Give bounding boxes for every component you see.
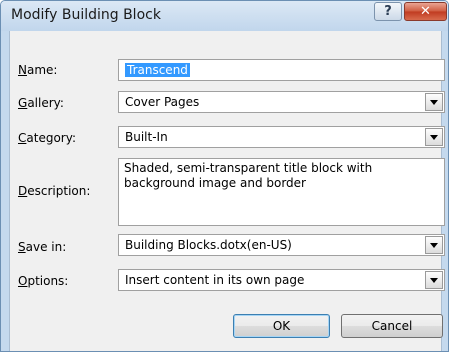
gallery-select-value: Cover Pages <box>125 95 200 109</box>
name-input-value: Transcend <box>125 63 190 77</box>
help-button[interactable]: ? <box>374 2 402 21</box>
dialog-window: Modify Building Block ? ✕ Name: Transcen… <box>0 0 449 352</box>
options-select-value: Insert content in its own page <box>125 273 305 287</box>
dialog-title: Modify Building Block <box>11 7 161 23</box>
gallery-select[interactable]: Cover Pages <box>118 91 445 113</box>
ok-button[interactable]: OK <box>233 314 330 338</box>
options-select[interactable]: Insert content in its own page <box>118 269 445 291</box>
close-button[interactable]: ✕ <box>404 2 447 21</box>
gallery-label: Gallery: <box>18 96 64 110</box>
save-in-select-value: Building Blocks.dotx(en-US) <box>125 238 292 252</box>
save-in-label: Save in: <box>18 240 67 254</box>
name-input[interactable]: Transcend <box>118 59 445 81</box>
chevron-down-icon[interactable] <box>425 271 443 289</box>
help-icon: ? <box>384 4 392 19</box>
close-icon: ✕ <box>420 4 431 19</box>
category-label: Category: <box>18 131 76 145</box>
chevron-down-icon[interactable] <box>425 93 443 111</box>
save-in-select[interactable]: Building Blocks.dotx(en-US) <box>118 234 445 256</box>
category-select[interactable]: Built-In <box>118 126 445 148</box>
category-select-value: Built-In <box>125 130 168 144</box>
chevron-down-icon[interactable] <box>425 128 443 146</box>
chevron-down-icon[interactable] <box>425 236 443 254</box>
description-label: Description: <box>18 184 91 198</box>
description-textarea[interactable]: Shaded, semi-transparent title block wit… <box>118 158 445 226</box>
cancel-button[interactable]: Cancel <box>341 314 443 338</box>
options-label: Options: <box>18 274 69 288</box>
name-label: Name: <box>18 63 58 77</box>
title-bar[interactable]: Modify Building Block ? ✕ <box>1 1 448 31</box>
